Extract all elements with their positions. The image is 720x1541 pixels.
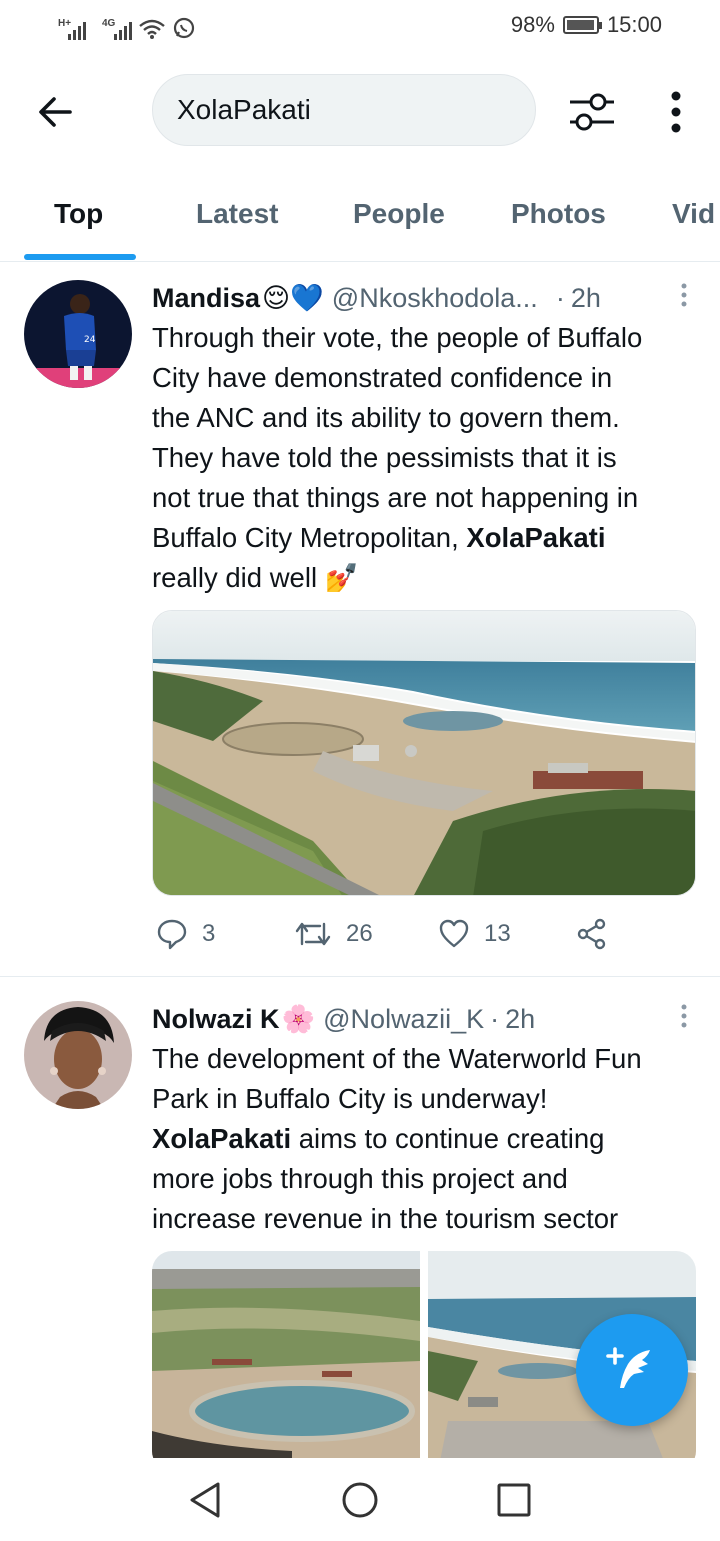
tweet-actions: 3 26 13 [152, 918, 672, 958]
avatar-image-woman [24, 1001, 132, 1109]
tweet-text-line: really did well 💅 [152, 558, 704, 598]
search-tabs: Top Latest People Photos Vid [0, 176, 720, 262]
avatar-image-footballer: 24 [24, 280, 132, 388]
search-query: XolaPakati [177, 94, 311, 125]
share-icon [577, 918, 606, 950]
avatar[interactable]: 24 [24, 280, 132, 388]
reply-icon [157, 919, 187, 950]
back-button[interactable] [30, 86, 82, 138]
author-name[interactable]: Mandisa [152, 283, 260, 314]
svg-text:24: 24 [84, 335, 96, 345]
tweet-text-segment: Buffalo City Metropolitan, [152, 522, 467, 553]
tab-top[interactable]: Top [54, 198, 103, 230]
system-navigation-bar [0, 1458, 720, 1541]
status-icons-right: 98% 15:00 [511, 12, 662, 38]
more-options-button[interactable] [660, 86, 692, 138]
clock: 15:00 [606, 12, 662, 37]
tweet-time[interactable]: 2h [571, 283, 601, 314]
active-tab-indicator [24, 254, 136, 260]
highlighted-keyword: XolaPakati [152, 1123, 292, 1154]
tweet-text: Through their vote, the people of Buffal… [152, 318, 704, 598]
network-type-label-1: H+ [58, 18, 72, 29]
top-bar: XolaPakati [0, 56, 720, 176]
tab-videos[interactable]: Vid [672, 198, 715, 230]
circle-home-icon [342, 1482, 378, 1518]
nav-home-button[interactable] [340, 1480, 380, 1520]
tweet-1[interactable]: 24 Mandisa 😌💙 @Nkoskhodola... · 2h Throu… [0, 262, 720, 976]
status-bar: H+ 4G 98% 15:00 [0, 0, 720, 56]
share-button[interactable] [576, 918, 608, 950]
tweet-text-line: the ANC and its ability to govern them. [152, 402, 620, 433]
signal-icon-1: H+ [58, 18, 86, 40]
retweet-count: 26 [346, 920, 373, 947]
battery-icon [562, 16, 602, 34]
tweet-text-line: not true that things are not happening i… [152, 482, 639, 513]
search-input[interactable]: XolaPakati [152, 74, 536, 146]
separator-dot: · [490, 1003, 500, 1034]
like-button[interactable]: 13 [438, 918, 511, 950]
status-icons-left: H+ 4G [58, 12, 196, 40]
reply-button[interactable]: 3 [156, 918, 215, 950]
separator-dot: · [555, 282, 565, 313]
author-name-emoji: 😌💙 [262, 283, 324, 313]
signal-icon-2: 4G [102, 18, 132, 40]
tweet-text-segment: aims to continue creating [291, 1123, 605, 1154]
nav-back-button[interactable] [186, 1480, 226, 1520]
whatsapp-icon [173, 17, 195, 39]
author-name[interactable]: Nolwazi K [152, 1004, 280, 1035]
tweet-text-line: Buffalo City Metropolitan, XolaPakati [152, 518, 704, 558]
tab-people[interactable]: People [353, 198, 445, 230]
tweet-image-1[interactable] [152, 1251, 420, 1458]
compose-tweet-button[interactable] [576, 1314, 688, 1426]
avatar[interactable] [24, 1001, 132, 1109]
tweet-header: Nolwazi K 🌸 @Nolwazii_K · 2h [152, 1001, 700, 1037]
tab-latest[interactable]: Latest [196, 198, 278, 230]
tweet-text-line: They have told the pessimists that it is [152, 442, 617, 473]
tweet-header: Mandisa 😌💙 @Nkoskhodola... · 2h [152, 280, 700, 316]
construction-site-pool-photo [152, 1251, 420, 1458]
like-count: 13 [484, 920, 511, 947]
nav-recents-button[interactable] [494, 1480, 534, 1520]
tweet-text-line: increase revenue in the tourism sector [152, 1203, 619, 1234]
heart-icon [439, 919, 469, 948]
retweet-button[interactable]: 26 [294, 918, 373, 950]
author-handle[interactable]: @Nkoskhodola... [332, 283, 538, 314]
tab-photos[interactable]: Photos [511, 198, 606, 230]
search-filter-button[interactable] [566, 86, 618, 138]
more-vertical-icon [681, 1004, 687, 1028]
tweet-text-segment: really did well [152, 562, 318, 593]
tweet-image[interactable] [152, 610, 696, 896]
highlighted-keyword: XolaPakati [466, 522, 606, 553]
tweet-text-line: The development of the Waterworld Fun [152, 1043, 642, 1074]
triangle-back-icon [190, 1482, 220, 1518]
author-name-emoji: 🌸 [281, 1004, 316, 1034]
more-vertical-icon [671, 91, 681, 133]
more-vertical-icon [681, 283, 687, 307]
tweet-emoji: 💅 [324, 562, 359, 593]
square-recents-icon [497, 1483, 531, 1517]
tweet-text-line: Park in Buffalo City is underway! [152, 1083, 548, 1114]
tweet-text-line: City have demonstrated confidence in [152, 362, 613, 393]
sliders-icon [570, 93, 614, 131]
aerial-beach-construction-photo [153, 611, 695, 895]
tweet-text-line: more jobs through this project and [152, 1163, 568, 1194]
compose-feather-icon [606, 1347, 650, 1388]
wifi-icon [139, 19, 165, 39]
tweet-menu-button[interactable] [674, 1003, 694, 1033]
retweet-icon [295, 922, 331, 946]
author-handle[interactable]: @Nolwazii_K [323, 1004, 484, 1035]
tweet-text-line: XolaPakati aims to continue creating [152, 1119, 704, 1159]
battery-percent: 98% [510, 12, 555, 37]
arrow-left-icon [39, 97, 72, 127]
tweet-text-line: Through their vote, the people of Buffal… [152, 322, 643, 353]
reply-count: 3 [202, 920, 216, 947]
tweet-menu-button[interactable] [674, 282, 694, 312]
tweet-time[interactable]: 2h [505, 1004, 535, 1035]
network-type-label-2: 4G [102, 18, 116, 29]
tweet-text: The development of the Waterworld Fun Pa… [152, 1039, 704, 1239]
